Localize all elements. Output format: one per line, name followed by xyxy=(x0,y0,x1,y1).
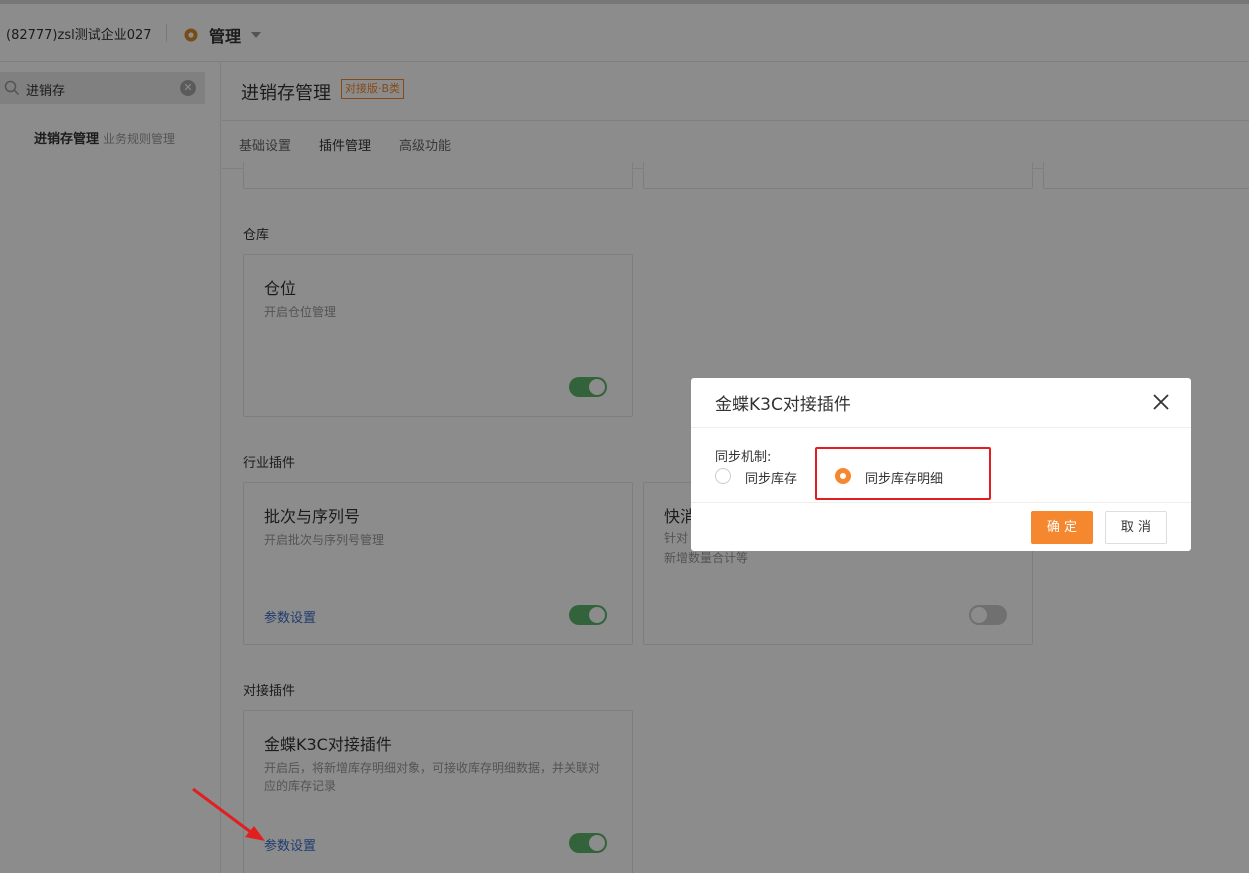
cancel-button[interactable]: 取 消 xyxy=(1105,511,1167,544)
radio-sync-inventory[interactable] xyxy=(715,468,731,484)
divider xyxy=(691,502,1191,503)
highlight-box xyxy=(815,447,991,500)
annotation-arrow-icon xyxy=(192,787,265,841)
divider xyxy=(691,427,1191,428)
close-icon[interactable] xyxy=(1149,390,1173,414)
sync-mechanism-label: 同步机制: xyxy=(715,450,772,465)
dialog-title: 金蝶K3C对接插件 xyxy=(715,395,851,415)
confirm-button[interactable]: 确 定 xyxy=(1031,511,1093,544)
radio-label[interactable]: 同步库存 xyxy=(745,468,797,487)
k3c-settings-dialog: 金蝶K3C对接插件 同步机制: 同步库存 同步库存明细 确 定 取 消 xyxy=(691,378,1191,551)
